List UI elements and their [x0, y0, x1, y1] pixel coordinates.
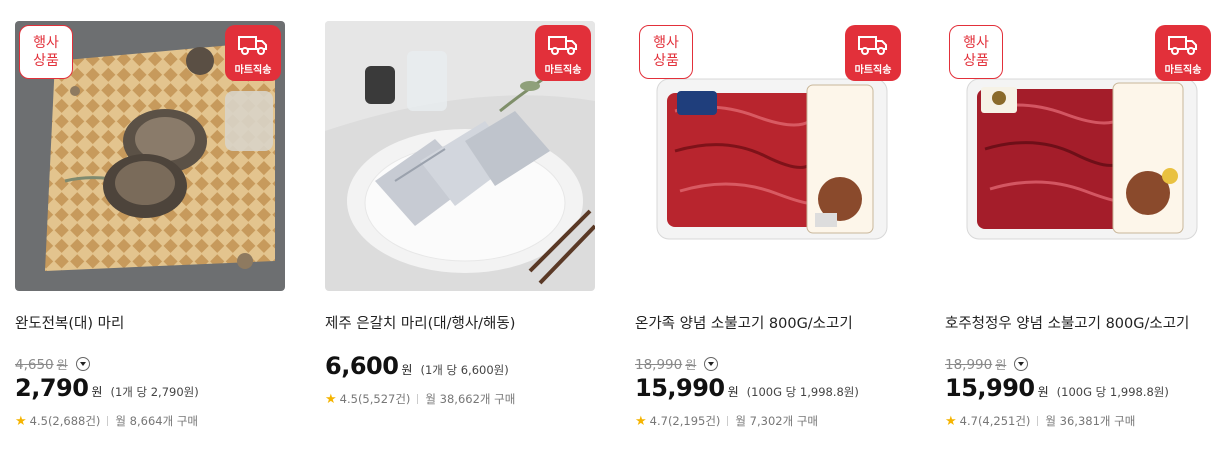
price-row: 2,790 원 (1개 당 2,790원): [15, 374, 287, 406]
product-image[interactable]: 마트직송: [325, 21, 595, 291]
rating-row: ★ 4.5(2,688건) 월 8,664개 구매: [15, 412, 287, 430]
star-icon: ★: [325, 391, 337, 407]
product-grid: 행사 상품 마트직송 완도전복(대) 마리 4,650 원 2,790 원 (1개 …: [0, 0, 1222, 471]
product-title[interactable]: 제주 은갈치 마리(대/행사/해동): [325, 312, 597, 332]
product-title[interactable]: 온가족 양념 소불고기 800G/소고기: [635, 312, 907, 332]
divider: [727, 416, 729, 426]
rating-row: ★ 4.7(2,195건) 월 7,302개 구매: [635, 412, 907, 430]
product-title[interactable]: 호주청정우 양념 소불고기 800G/소고기: [945, 312, 1217, 332]
monthly-purchases: 월 38,662개 구매: [425, 392, 516, 406]
currency-label: 원: [401, 363, 413, 377]
sale-price: 15,990: [635, 374, 725, 402]
currency-label: 원: [1037, 385, 1049, 399]
mart-delivery-badge: 마트직송: [225, 25, 281, 81]
product-image[interactable]: 행사 상품 마트직송: [945, 21, 1215, 291]
event-badge: 행사 상품: [949, 25, 1003, 79]
event-badge: 행사 상품: [639, 25, 693, 79]
event-badge: 행사 상품: [19, 25, 73, 79]
star-icon: ★: [635, 413, 647, 429]
product-card[interactable]: 행사 상품 마트직송 온가족 양념 소불고기 800G/소고기 18,990 원 1…: [635, 21, 907, 430]
original-price: 4,650 원: [15, 356, 68, 373]
monthly-purchases: 월 36,381개 구매: [1045, 414, 1136, 428]
rating-row: ★ 4.7(4,251건) 월 36,381개 구매: [945, 412, 1217, 430]
mart-delivery-badge: 마트직송: [845, 25, 901, 81]
unit-price: (1개 당 6,600원): [420, 363, 509, 377]
truck-icon: [238, 36, 267, 55]
original-price-row: 18,990 원: [945, 354, 1217, 374]
product-card[interactable]: 행사 상품 마트직송 호주청정우 양념 소불고기 800G/소고기 18,990 원…: [945, 21, 1217, 430]
currency-label: 원: [727, 385, 739, 399]
rating: 4.7(4,251건): [959, 414, 1031, 428]
divider: [1037, 416, 1039, 426]
truck-icon: [1168, 36, 1197, 55]
price-row: 15,990 원 (100G 당 1,998.8원): [945, 374, 1217, 406]
unit-price: (100G 당 1,998.8원): [1056, 385, 1169, 399]
rating: 4.7(2,195건): [649, 414, 721, 428]
product-image[interactable]: 행사 상품 마트직송: [635, 21, 905, 291]
chevron-down-icon[interactable]: [1014, 357, 1029, 371]
truck-icon: [858, 36, 887, 55]
product-card[interactable]: 마트직송 제주 은갈치 마리(대/행사/해동) 6,600 원 (1개 당 6,…: [325, 21, 597, 408]
rating: 4.5(5,527건): [339, 392, 411, 406]
mart-delivery-badge: 마트직송: [1155, 25, 1211, 81]
original-price: 18,990 원: [635, 356, 697, 373]
star-icon: ★: [15, 413, 27, 429]
product-image[interactable]: 행사 상품 마트직송: [15, 21, 285, 291]
original-price-row: 18,990 원: [635, 354, 907, 374]
monthly-purchases: 월 8,664개 구매: [115, 414, 198, 428]
sale-price: 2,790: [15, 374, 89, 402]
sale-price: 6,600: [325, 352, 399, 380]
product-card[interactable]: 행사 상품 마트직송 완도전복(대) 마리 4,650 원 2,790 원 (1개 …: [15, 21, 287, 430]
divider: [417, 394, 419, 404]
price-row: 6,600 원 (1개 당 6,600원): [325, 352, 597, 384]
original-price: 18,990 원: [945, 356, 1007, 373]
original-price-row: 4,650 원: [15, 354, 287, 374]
currency-label: 원: [91, 385, 103, 399]
product-title[interactable]: 완도전복(대) 마리: [15, 312, 287, 332]
chevron-down-icon[interactable]: [75, 357, 90, 371]
unit-price: (100G 당 1,998.8원): [746, 385, 859, 399]
star-icon: ★: [945, 413, 957, 429]
divider: [107, 416, 109, 426]
sale-price: 15,990: [945, 374, 1035, 402]
mart-delivery-badge: 마트직송: [535, 25, 591, 81]
monthly-purchases: 월 7,302개 구매: [735, 414, 818, 428]
truck-icon: [548, 36, 577, 55]
price-row: 15,990 원 (100G 당 1,998.8원): [635, 374, 907, 406]
rating: 4.5(2,688건): [29, 414, 101, 428]
chevron-down-icon[interactable]: [704, 357, 719, 371]
unit-price: (1개 당 2,790원): [110, 385, 199, 399]
rating-row: ★ 4.5(5,527건) 월 38,662개 구매: [325, 390, 597, 408]
